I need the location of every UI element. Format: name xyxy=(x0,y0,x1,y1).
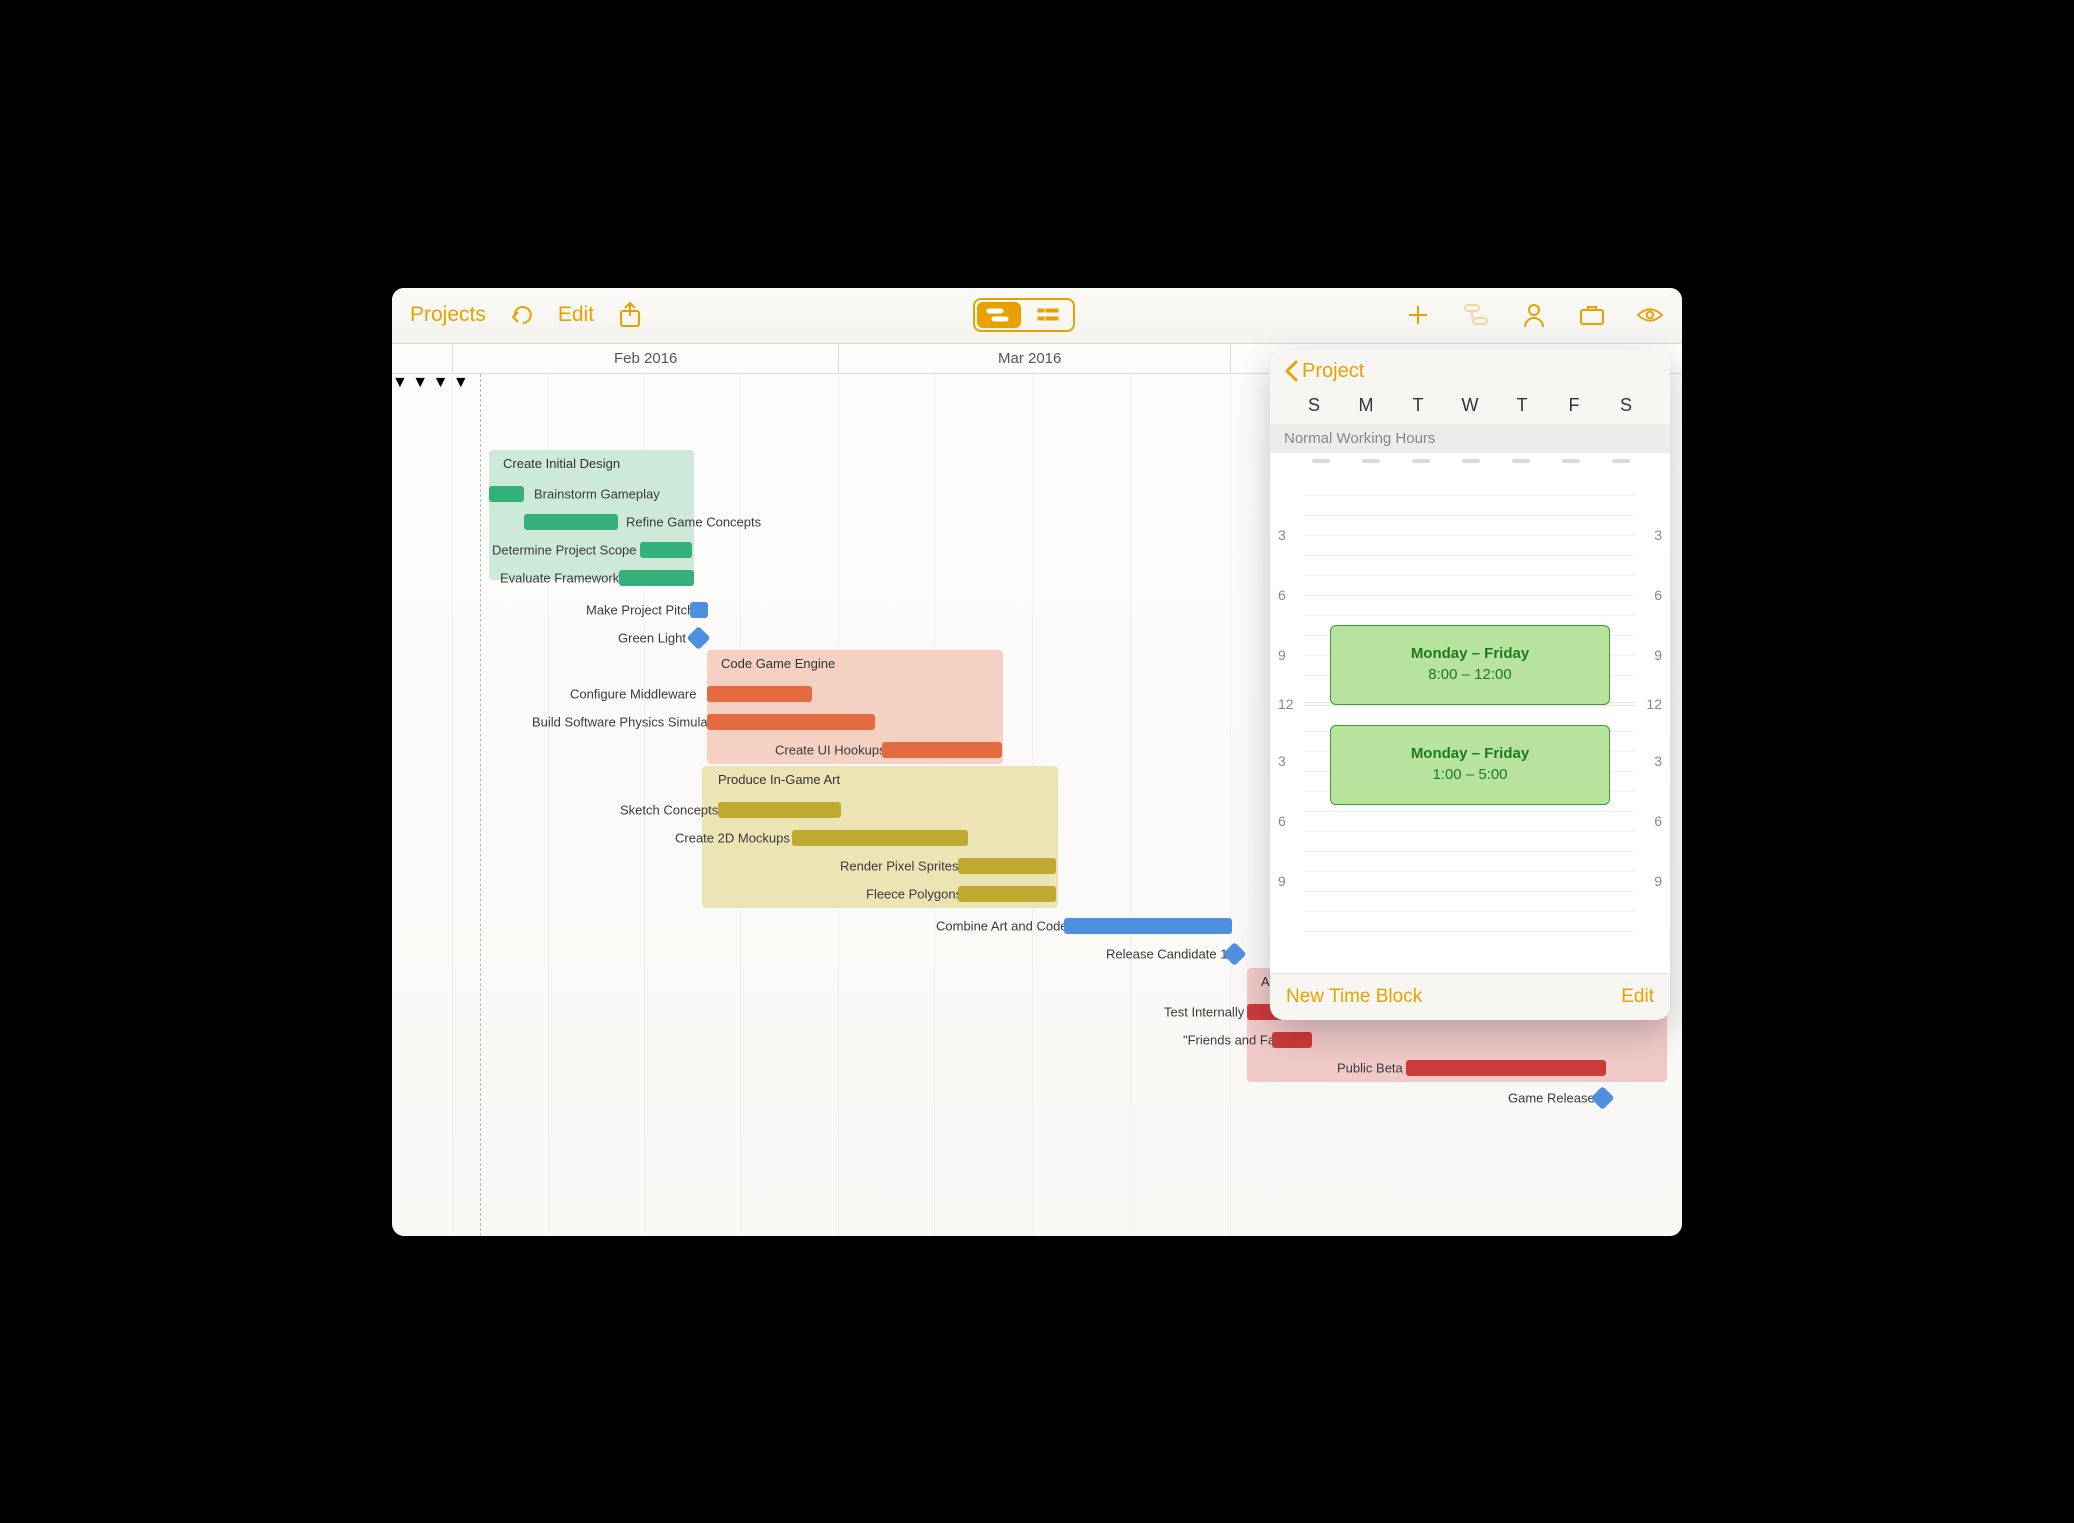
hour-label: 6 xyxy=(1278,587,1286,603)
view-toggle[interactable] xyxy=(973,298,1075,332)
app-window: Projects Edit xyxy=(392,288,1682,1236)
task-label[interactable]: Green Light xyxy=(618,630,686,645)
month-label: Feb 2016 xyxy=(614,350,677,367)
task-bar[interactable] xyxy=(958,858,1056,874)
edit-time-blocks-button[interactable]: Edit xyxy=(1621,986,1654,1008)
projects-button[interactable]: Projects xyxy=(410,303,486,327)
share-icon[interactable] xyxy=(616,301,644,329)
eye-icon[interactable] xyxy=(1636,301,1664,329)
briefcase-icon[interactable] xyxy=(1578,301,1606,329)
task-bar[interactable] xyxy=(1272,1032,1312,1048)
task-bar[interactable] xyxy=(882,742,1002,758)
hour-label: 6 xyxy=(1278,813,1286,829)
weekday-label: S xyxy=(1600,395,1652,416)
group-title[interactable]: Code Game Engine xyxy=(711,650,845,677)
task-bar[interactable] xyxy=(524,514,618,530)
back-button[interactable] xyxy=(1284,360,1298,382)
group-title[interactable]: Produce In-Game Art xyxy=(708,766,850,793)
task-bar[interactable] xyxy=(640,542,692,558)
task-label[interactable]: Brainstorm Gameplay xyxy=(534,486,660,501)
task-label[interactable]: Fleece Polygons xyxy=(866,886,962,901)
task-label[interactable]: Combine Art and Code xyxy=(936,918,1068,933)
task-label[interactable]: Determine Project Scope xyxy=(492,542,637,557)
view-list-segment[interactable] xyxy=(1027,302,1071,328)
group-title[interactable]: Create Initial Design xyxy=(493,450,630,477)
time-block[interactable]: Monday – Friday 8:00 – 12:00 xyxy=(1330,625,1610,705)
task-bar[interactable] xyxy=(1064,918,1232,934)
task-bar[interactable] xyxy=(707,714,875,730)
task-bar[interactable] xyxy=(690,602,708,618)
time-block-range: 1:00 – 5:00 xyxy=(1432,765,1507,785)
hour-label: 12 xyxy=(1646,696,1662,712)
task-label[interactable]: Render Pixel Sprites xyxy=(840,858,959,873)
weekday-header: S M T W T F S xyxy=(1270,389,1670,424)
hour-label: 3 xyxy=(1654,527,1662,543)
hour-label: 9 xyxy=(1654,873,1662,889)
task-label[interactable]: "Friends and Fa xyxy=(1183,1032,1275,1047)
milestone-diamond[interactable] xyxy=(686,625,710,649)
task-bar[interactable] xyxy=(619,570,694,586)
person-icon[interactable] xyxy=(1520,301,1548,329)
edit-button[interactable]: Edit xyxy=(558,303,594,327)
weekday-label: F xyxy=(1548,395,1600,416)
hour-label: 3 xyxy=(1278,753,1286,769)
weekday-label: T xyxy=(1496,395,1548,416)
task-bar[interactable] xyxy=(792,830,968,846)
task-bar[interactable] xyxy=(1406,1060,1606,1076)
disclosure-icon[interactable]: ▼ xyxy=(453,374,469,391)
hour-label: 9 xyxy=(1278,873,1286,889)
hour-label: 6 xyxy=(1654,587,1662,603)
task-bar[interactable] xyxy=(489,486,524,502)
task-label[interactable]: Game Release xyxy=(1508,1090,1595,1105)
add-icon[interactable] xyxy=(1404,301,1432,329)
weekday-label: S xyxy=(1288,395,1340,416)
task-label[interactable]: Test Internally xyxy=(1164,1004,1244,1019)
task-label[interactable]: Release Candidate 1 xyxy=(1106,946,1227,961)
link-tasks-icon[interactable] xyxy=(1462,301,1490,329)
time-block[interactable]: Monday – Friday 1:00 – 5:00 xyxy=(1330,725,1610,805)
popover-subhead: Normal Working Hours xyxy=(1270,424,1670,453)
task-label[interactable]: Public Beta xyxy=(1337,1060,1403,1075)
task-label[interactable]: Build Software Physics Simulator xyxy=(532,714,723,729)
task-bar[interactable] xyxy=(707,686,812,702)
task-label[interactable]: Evaluate Frameworks xyxy=(500,570,626,585)
task-bar[interactable] xyxy=(718,802,841,818)
weekday-label: W xyxy=(1444,395,1496,416)
time-block-days: Monday – Friday xyxy=(1411,644,1529,664)
time-block-days: Monday – Friday xyxy=(1411,744,1529,764)
disclosure-icon[interactable]: ▼ xyxy=(433,374,449,391)
view-gantt-segment[interactable] xyxy=(977,302,1021,328)
weekday-label: M xyxy=(1340,395,1392,416)
task-label[interactable]: Configure Middleware xyxy=(570,686,696,701)
task-label[interactable]: Make Project Pitch xyxy=(586,602,694,617)
working-hours-calendar[interactable]: 3 3 6 6 9 9 12 12 3 3 6 6 9 9 Monday – F… xyxy=(1270,453,1670,973)
hour-label: 9 xyxy=(1278,647,1286,663)
time-block-range: 8:00 – 12:00 xyxy=(1428,665,1511,685)
toolbar: Projects Edit xyxy=(392,288,1682,344)
undo-icon[interactable] xyxy=(508,301,536,329)
popover-title[interactable]: Project xyxy=(1302,360,1364,383)
task-label[interactable]: Refine Game Concepts xyxy=(626,514,761,529)
working-hours-popover: Project S M T W T F S Normal Working Hou… xyxy=(1270,350,1670,1020)
new-time-block-button[interactable]: New Time Block xyxy=(1286,986,1422,1008)
weekday-label: T xyxy=(1392,395,1444,416)
month-label: Mar 2016 xyxy=(998,350,1061,367)
hour-label: 6 xyxy=(1654,813,1662,829)
task-bar[interactable] xyxy=(958,886,1056,902)
task-label[interactable]: Create UI Hookups xyxy=(775,742,886,757)
hour-label: 12 xyxy=(1278,696,1294,712)
disclosure-icon[interactable]: ▼ xyxy=(412,374,428,391)
hour-label: 3 xyxy=(1654,753,1662,769)
hour-label: 3 xyxy=(1278,527,1286,543)
task-label[interactable]: Create 2D Mockups xyxy=(675,830,790,845)
hour-label: 9 xyxy=(1654,647,1662,663)
task-label[interactable]: Sketch Concepts xyxy=(620,802,718,817)
disclosure-icon[interactable]: ▼ xyxy=(392,374,408,391)
